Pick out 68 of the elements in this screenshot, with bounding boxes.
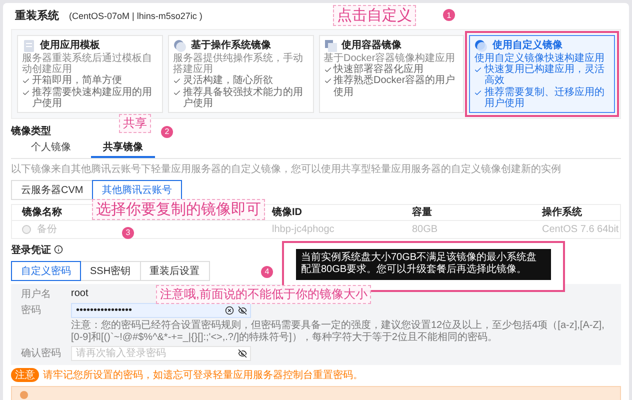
feature-text: 开箱即用，简单方便 (32, 75, 122, 86)
info-icon (20, 390, 28, 399)
feature-text: 灵活构建，随心所欲 (182, 75, 273, 86)
container-icon (324, 39, 338, 53)
card-description: 基于Docker容器镜像构建应用 (324, 53, 456, 64)
source-button[interactable]: 云服务器CVM (11, 180, 94, 200)
card-title: 使用容器镜像 (342, 40, 402, 52)
info-icon (54, 245, 63, 254)
card-description: 使用自定义镜像快速构建应用 (474, 53, 606, 64)
username-value: root (71, 288, 88, 300)
description-text: 以下镜像来自其他腾讯云账号下轻量应用服务器的自定义镜像，您可以使用共享型轻量应用服务器的自定义镜像创建新的实例 (11, 162, 562, 176)
tooltip: 当前实例系统盘大小70GB不满足该镜像的最小系统盘配置80GB要求。您可以升级套餐后再选择此镜像。 (296, 248, 551, 280)
step-number: 2 (161, 126, 173, 138)
eye-off-icon[interactable] (238, 306, 247, 315)
field-label: 确认密码 (21, 346, 62, 360)
field-label: 密码 (21, 304, 42, 318)
tab[interactable]: SSH密钥 (80, 260, 141, 281)
confirm-password-field[interactable]: 请再次输入登录密码 (71, 346, 251, 361)
annotation-text: 点击自定义 (333, 5, 416, 26)
password-field[interactable]: •••••••••••••••• (71, 302, 251, 318)
eye-off-icon[interactable] (238, 348, 247, 358)
column-header: 镜像ID (272, 206, 302, 220)
annotation-text: 选择你要复制的镜像即可 (92, 198, 265, 220)
card-title: 使用自定义镜像 (492, 40, 562, 52)
step-number: 4 (261, 266, 273, 278)
table-cell-text: 80GB (412, 224, 439, 235)
dialog-subtitle: (CentOS-07oM | lhins-m5so27ic ) (69, 11, 202, 21)
disc-icon (474, 39, 488, 53)
tab[interactable]: 个人镜像 (19, 138, 83, 158)
step-number: 3 (122, 226, 134, 239)
step-number: 1 (443, 9, 455, 21)
column-header: 操作系统 (542, 206, 582, 220)
column-header: 镜像名称 (22, 206, 62, 220)
feature-text: 推荐需要复制、迁移应用的用户使用 (484, 86, 606, 109)
tab[interactable]: 共享镜像 (91, 138, 155, 158)
column-header: 容量 (412, 205, 432, 220)
dialog-title: 重装系统 (15, 8, 59, 23)
source-button[interactable]: 其他腾讯云账号 (92, 180, 182, 200)
check-icon (474, 88, 482, 97)
image-source-card[interactable]: 基于操作系统镜像 服务器提供纯操作系统，手动搭建应用 灵活构建，随心所欲 推荐具备较强技术能力的用户使用 (168, 35, 314, 113)
section-label: 镜像类型 (11, 124, 51, 138)
card-title: 使用应用模板 (40, 40, 100, 52)
table-cell-text: lhbp-jc4phogc (272, 224, 336, 235)
tab[interactable]: 自定义密码 (11, 260, 81, 281)
document-stack-icon (22, 39, 36, 53)
password-note: 注意：您的密码已经符合设置密码规则，但密码需要具备一定的强度，建议您设置12位及以上，至少包括4项（[a-z],[A-Z],[0-9]和[()`~!@#$%^&*-+=_|{}[]:;'<>,.?/]的特殊符号]），每种字符大于等于2位且不能相同的密码。 (71, 320, 606, 344)
feature-text: 推荐熟悉Docker容器的用户使用 (334, 75, 456, 98)
check-icon (474, 66, 482, 74)
feature-text: 推荐需要快速构建应用的用户使用 (32, 86, 153, 109)
warning-text: 请牢记您所设置的密码，如遗忘可登录轻量应用服务器控制台重置密码。 (43, 368, 363, 382)
card-description: 服务器提供纯操作系统，手动搭建应用 (172, 53, 304, 76)
field-label: 用户名 (21, 288, 52, 301)
card-title: 基于操作系统镜像 (190, 40, 271, 52)
annotation-text: 注意哦,前面说的不能低于你的镜像大小 (156, 284, 372, 304)
tab[interactable]: 重装后设置 (140, 260, 210, 281)
disc-icon (172, 39, 187, 53)
feature-text: 快速复用已构建应用，灵活高效 (484, 64, 606, 86)
image-source-card[interactable]: 使用应用模板 服务器重装系统后通过模板自动创建应用 开箱即用，简单方便 推荐需要快速构建应用的用户使用 (17, 35, 163, 113)
clear-icon[interactable] (225, 306, 234, 315)
table-cell: CentOS 7.6 64bit (542, 224, 620, 235)
annotation-text: 共享 (119, 114, 151, 133)
feature-text: 快速部署容器化应用 (334, 64, 424, 76)
card-description: 服务器重装系统后通过模板自动创建应用 (22, 53, 153, 76)
section-label: 登录凭证 (11, 244, 51, 257)
feature-text: 推荐具备较强技术能力的用户使用 (182, 86, 304, 109)
warning-tag: 注意 (11, 368, 39, 382)
image-source-card[interactable]: 使用容器镜像 基于Docker容器镜像构建应用 快速部署容器化应用 推荐熟悉Docker容器的用户使用 (318, 35, 464, 113)
table-cell-text: 备份 (37, 223, 57, 236)
